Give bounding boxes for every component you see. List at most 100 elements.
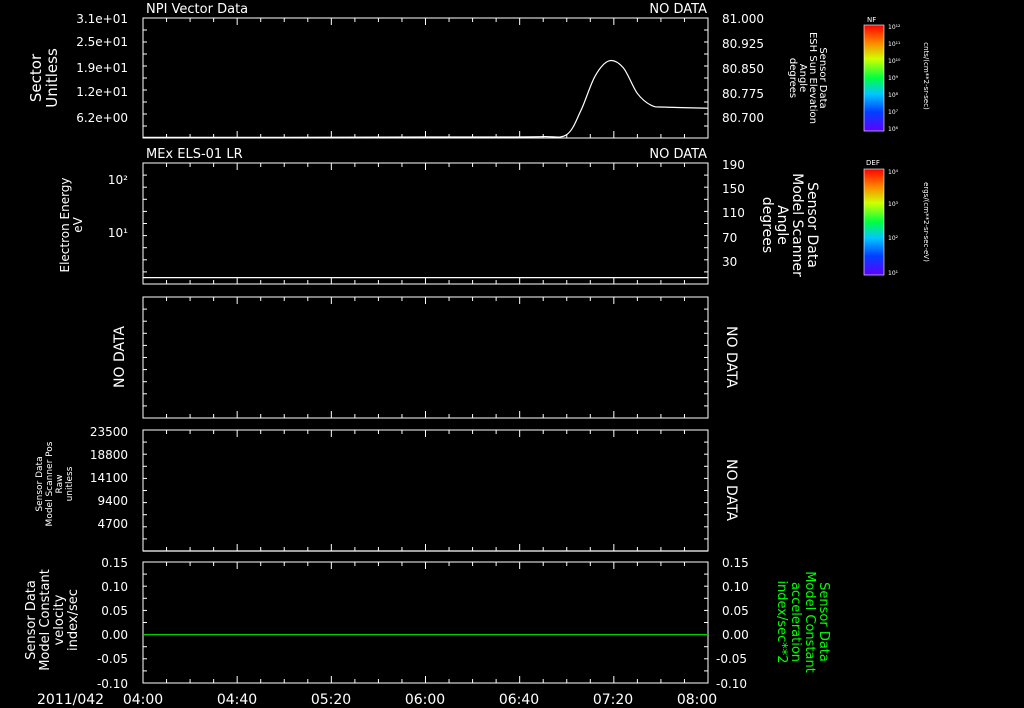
panel5-right-label-line3: acceleration [788, 582, 803, 662]
panel5-left-tick-3: 0.00 [101, 628, 128, 642]
panel5-right-tick-2: 0.05 [722, 604, 749, 618]
panel2-right-tick-2: 110 [722, 206, 745, 220]
panel1-status: NO DATA [649, 2, 707, 17]
panel2-ylabel-line1: Electron Energy [58, 177, 72, 272]
x-tick-label-4: 06:40 [499, 692, 539, 708]
panel5-ylabel-line4: index/sec [66, 589, 81, 651]
panel1-title: NPI Vector Data [146, 2, 248, 17]
panel2-right-label: Sensor Data Model Scanner Angle degrees [759, 173, 820, 277]
panel5-left-tick-1: 0.10 [101, 580, 128, 594]
panel2-right-label-line2: Model Scanner [789, 173, 805, 277]
panel5-ylabel-line3: velocity [52, 594, 67, 645]
panel2-frame [142, 162, 709, 285]
x-tick-label-3: 06:00 [405, 692, 445, 708]
panel1-right-tick-2: 80.850 [722, 62, 764, 76]
x-minor-ticks [142, 17, 709, 684]
panel4-left-tick-2: 14100 [90, 471, 128, 485]
panel5-right-tick-1: 0.10 [722, 580, 749, 594]
panel3-left-label-text: NO DATA [112, 326, 128, 388]
panel4-left-tick-3: 9400 [97, 494, 128, 508]
panel5-ylabel-line2: Model Constant [38, 569, 53, 671]
panel1-ylabel-line2: Unitless [43, 48, 61, 108]
colorbar2-tick-3: 10¹ [888, 270, 899, 277]
panel5-right-tick-0: 0.15 [722, 556, 749, 570]
panel5-right-label-line1: Sensor Data [816, 582, 831, 662]
colorbar1-tick-4: 10⁸ [888, 92, 899, 99]
panel4-ylabel-line1: Sensor Data [35, 456, 45, 511]
colorbar1-tick-5: 10⁷ [888, 109, 899, 116]
colorbar2 [863, 168, 885, 276]
panel4-right-label: NO DATA [723, 459, 739, 521]
colorbar2-tick-0: 10⁴ [888, 169, 899, 176]
panel5-ylabel-line1: Sensor Data [24, 580, 39, 660]
panel2-left-tick-0: 10² [108, 173, 128, 187]
colorbar2-title: DEF [866, 159, 880, 167]
colorbar1-units: cnts/(cm**2-sr-sec) [922, 42, 930, 110]
panel2-ylabel: Electron Energy eV [58, 177, 85, 272]
panel3-left-label: NO DATA [112, 326, 128, 388]
panel3-right-label-text: NO DATA [723, 326, 739, 388]
panel1-right-label: Sensor Data ESH Sun Elevation Angle degr… [787, 32, 828, 124]
panel1-frame [142, 17, 709, 139]
panel1-right-label-line4: degrees [787, 58, 798, 98]
panel4-ylabel-line4: unitless [65, 466, 75, 501]
panel2-right-tick-1: 150 [722, 182, 745, 196]
panel2-right-label-line3: Angle [774, 205, 790, 245]
panel2-right-label-line1: Sensor Data [804, 182, 820, 268]
panel5-right-tick-5: -0.10 [716, 677, 747, 691]
x-tick-label-6: 08:00 [677, 692, 717, 708]
colorbar1 [863, 24, 885, 132]
x-tick-label-0: 04:00 [123, 692, 163, 708]
panel4-ylabel-line2: Model Scanner Pos [45, 441, 55, 526]
panel2-left-tick-1: 10¹ [108, 226, 128, 240]
panel5-left-tick-0: 0.15 [101, 556, 128, 570]
panel4-right-label-text: NO DATA [723, 459, 739, 521]
panel1-left-tick-4: 6.2e+00 [76, 111, 128, 125]
panel5-frame [142, 561, 709, 684]
colorbar2-units-group: ergs/(cm**2-sr-sec-eV) [922, 182, 930, 262]
panel3-frame [142, 296, 709, 419]
panel1-right-tick-4: 80.700 [722, 111, 764, 125]
series-line-0 [142, 59, 709, 138]
panel5-left-tick-4: -0.05 [97, 652, 128, 666]
colorbar1-tick-6: 10⁶ [888, 126, 899, 133]
panel4-ylabel-line3: Raw [55, 475, 65, 494]
x-tick-label-5: 07:20 [593, 692, 633, 708]
panel2-ylabel-line2: eV [71, 216, 85, 232]
colorbar1-tick-2: 10¹⁰ [888, 58, 901, 65]
panel1-right-tick-0: 81.000 [722, 12, 764, 26]
panel5-right-label-line2: Model Constant [802, 571, 817, 673]
x-tick-label-2: 05:20 [311, 692, 351, 708]
panel5-left-tick-2: 0.05 [101, 604, 128, 618]
panel2-right-label-line4: degrees [759, 197, 775, 253]
panel5-right-label-line4: index/sec**2 [774, 580, 789, 663]
panel4-left-tick-1: 18800 [90, 448, 128, 462]
colorbar1-tick-3: 10⁹ [888, 75, 899, 82]
colorbar1-title: NF [867, 16, 876, 24]
panel4-ylabel: Sensor Data Model Scanner Pos Raw unitle… [35, 441, 75, 526]
panel2-status: NO DATA [649, 147, 707, 162]
panel1-left-tick-1: 2.5e+01 [76, 35, 128, 49]
colorbar2-tick-1: 10³ [888, 201, 899, 208]
panel1-left-tick-0: 3.1e+01 [76, 12, 128, 26]
plot-canvas: NPI Vector Data NO DATA 3.1e+01 2.5e+01 … [24, 2, 930, 708]
panel1-right-tick-3: 80.775 [722, 87, 764, 101]
panel3-right-label: NO DATA [723, 326, 739, 388]
panel5-right-label: Sensor Data Model Constant acceleration … [774, 571, 831, 673]
colorbar2-tick-2: 10² [888, 235, 899, 242]
panel1-left-tick-3: 1.2e+01 [76, 85, 128, 99]
panel4-left-tick-4: 4700 [97, 517, 128, 531]
panel5-left-tick-5: -0.10 [97, 677, 128, 691]
panel5-right-tick-3: 0.00 [722, 628, 749, 642]
colorbar2-units: ergs/(cm**2-sr-sec-eV) [922, 182, 930, 262]
panel5-right-tick-4: -0.05 [716, 652, 747, 666]
panel2-title: MEx ELS-01 LR [146, 147, 243, 162]
panel1-ylabel: Sector Unitless [27, 48, 61, 108]
panel1-left-tick-2: 1.9e+01 [76, 61, 128, 75]
colorbar1-tick-0: 10¹² [888, 24, 901, 31]
panel4-left-tick-0: 23500 [90, 425, 128, 439]
panel2-right-tick-3: 70 [722, 231, 737, 245]
panel1-right-tick-1: 80.925 [722, 37, 764, 51]
date-label: 2011/042 [37, 692, 104, 708]
panel2-right-tick-0: 190 [722, 158, 745, 172]
